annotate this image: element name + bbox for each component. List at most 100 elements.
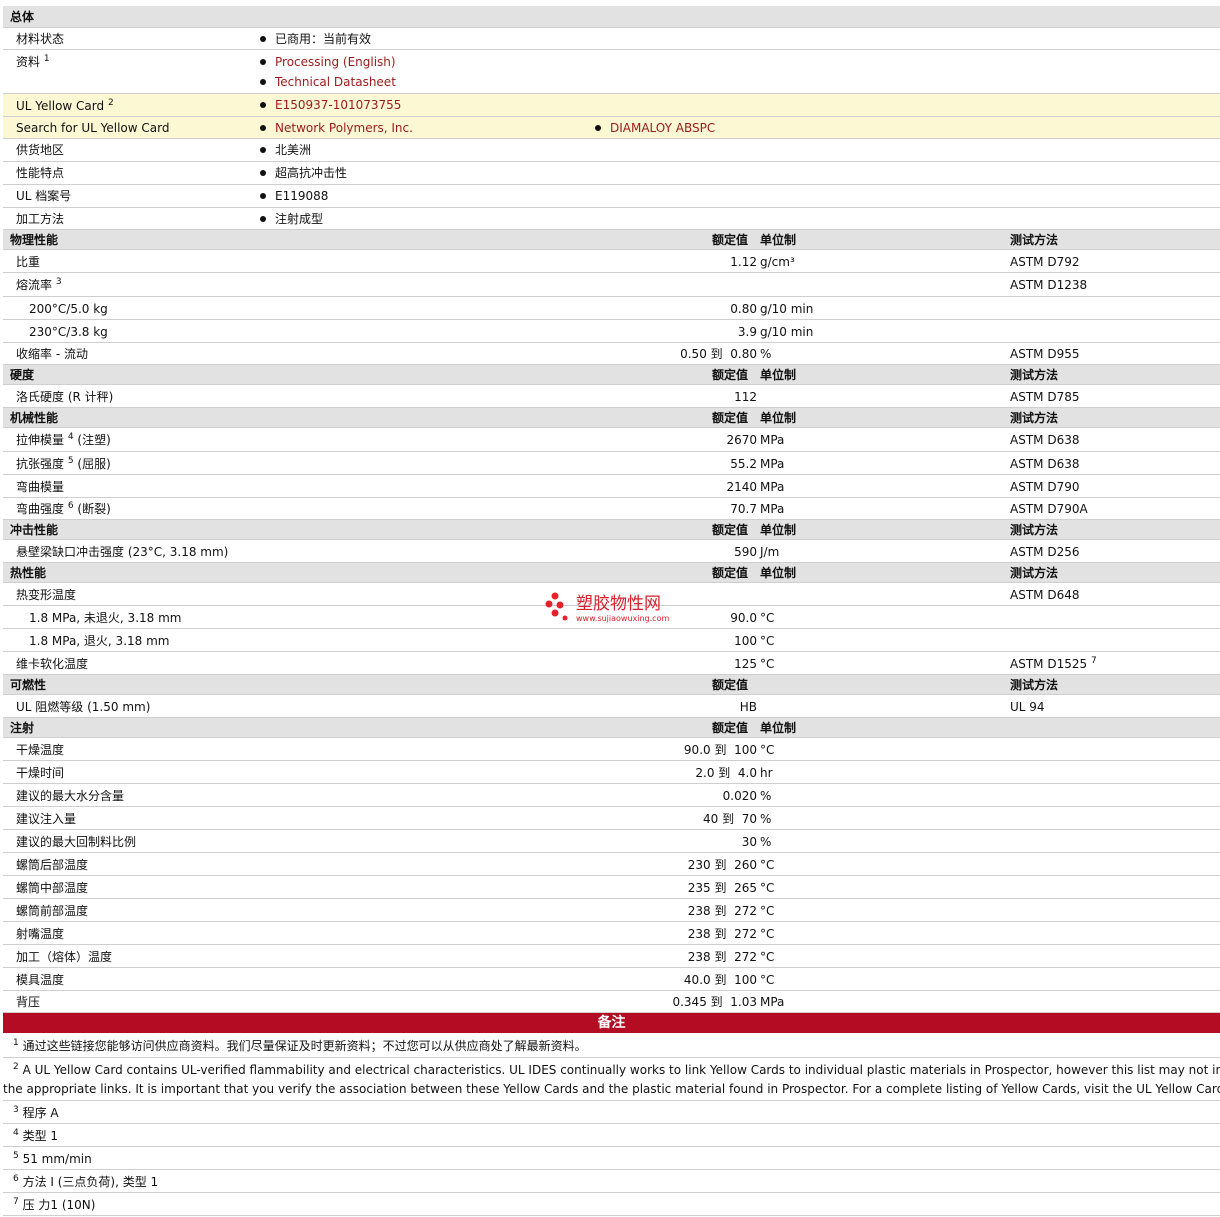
row-label: Search for UL Yellow Card [16, 121, 170, 135]
property-label: 收缩率 - 流动 [16, 347, 88, 361]
property-label: 螺筒中部温度 [16, 881, 89, 895]
property-row: 维卡软化温度 125 °C ASTM D1525 7 [3, 652, 1220, 675]
property-row: 收缩率 - 流动 0.50 到 0.80% ASTM D955 [3, 343, 1220, 365]
property-label: 抗张强度 5 (屈服) [16, 456, 111, 471]
property-label: 维卡软化温度 [16, 657, 89, 671]
property-unit: °C [760, 927, 775, 941]
property-unit: MPa [760, 502, 785, 516]
column-header-unit: 单位制 [760, 721, 797, 735]
column-header-value: 额定值 [712, 566, 749, 580]
row-label: 资料 1 [16, 54, 50, 69]
property-row: 干燥温度 90.0 到 100 °C [3, 738, 1220, 761]
property-value: 0.80 [730, 302, 757, 316]
note-6: 6 方法 I (三点负荷), 类型 1 [3, 1170, 1220, 1193]
bullet-icon [260, 193, 266, 199]
property-unit: °C [760, 904, 775, 918]
property-label: 弯曲强度 6 (断裂) [16, 501, 111, 516]
section-header-physical: 物理性能 额定值 单位制 测试方法 [3, 230, 1220, 250]
property-unit: MPa [760, 433, 785, 447]
link-network-polymers[interactable]: Network Polymers, Inc. [275, 121, 413, 135]
property-row: 干燥时间 2.0 到 4.0 hr [3, 761, 1220, 784]
note-2: 2 A UL Yellow Card contains UL-verified … [3, 1058, 1220, 1101]
link-ul-card[interactable]: E150937-101073755 [275, 98, 401, 112]
note-1: 1 通过这些链接您能够访问供应商资料。我们尽量保证及时更新资料；不过您可以从供应… [3, 1034, 1220, 1058]
property-unit: hr [760, 766, 773, 780]
row-features: 性能特点 超高抗冲击性 [3, 162, 1220, 185]
property-method: ASTM D955 [1010, 347, 1080, 361]
section-title: 总体 [10, 10, 35, 24]
property-row: 螺筒后部温度 230 到 260 °C [3, 853, 1220, 876]
property-unit: MPa [760, 995, 785, 1009]
property-row: UL 阻燃等级 (1.50 mm) HB UL 94 [3, 695, 1220, 718]
column-header-value: 额定值 [712, 721, 749, 735]
property-row: 洛氏硬度 (R 计秤) 112 ASTM D785 [3, 385, 1220, 408]
property-unit: °C [760, 858, 775, 872]
link-diamaloy[interactable]: DIAMALOY ABSPC [610, 121, 715, 135]
property-row: 拉伸模量 4 (注塑) 2670 MPa ASTM D638 [3, 428, 1220, 452]
property-value: 2.0 到 4.0 [695, 766, 757, 780]
property-value: 70.7 [730, 502, 757, 516]
row-label: 材料状态 [16, 32, 65, 46]
property-method: ASTM D792 [1010, 255, 1080, 269]
row-processing: 加工方法 注射成型 [3, 208, 1220, 230]
property-value: 30 [741, 835, 757, 849]
property-row: 比重 1.12 g/cm³ ASTM D792 [3, 250, 1220, 273]
row-value: E119088 [275, 189, 329, 203]
property-label: 熔流率 3 [16, 277, 62, 292]
property-label: 230°C/3.8 kg [29, 325, 108, 339]
property-row: 熔流率 3 ASTM D1238 [3, 273, 1220, 297]
property-method: ASTM D638 [1010, 433, 1080, 447]
column-header-unit: 单位制 [760, 233, 797, 247]
property-unit: % [760, 812, 772, 826]
link-processing[interactable]: Processing (English) [275, 55, 396, 69]
property-row: 建议的最大水分含量 0.020% [3, 784, 1220, 807]
property-unit: °C [760, 634, 775, 648]
property-unit: % [760, 835, 772, 849]
property-unit: MPa [760, 457, 785, 471]
section-header-thermal: 热性能 额定值 单位制 测试方法 [3, 563, 1220, 583]
property-value: 55.2 [730, 457, 757, 471]
property-unit: J/m [760, 545, 780, 559]
property-label: 悬壁梁缺口冲击强度 (23°C, 3.18 mm) [16, 545, 229, 559]
link-technical-datasheet[interactable]: Technical Datasheet [275, 75, 396, 89]
property-unit: °C [760, 657, 775, 671]
property-method: ASTM D1525 7 [1010, 656, 1097, 671]
property-value: 2140 [726, 480, 757, 494]
row-value: 注射成型 [275, 212, 324, 226]
row-value: 超高抗冲击性 [275, 166, 348, 180]
property-label: 1.8 MPa, 未退火, 3.18 mm [29, 611, 182, 625]
section-header-hardness: 硬度 额定值 单位制 测试方法 [3, 365, 1220, 385]
column-header-value: 额定值 [712, 411, 749, 425]
column-header-value: 额定值 [712, 523, 749, 537]
property-label: 比重 [16, 255, 41, 269]
row-label: 加工方法 [16, 212, 65, 226]
property-value: 2670 [726, 433, 757, 447]
property-method: ASTM D1238 [1010, 278, 1088, 292]
row-label: UL 档案号 [16, 189, 72, 203]
property-label: 模具温度 [16, 973, 65, 987]
datasheet-page: 总体 材料状态 已商用：当前有效 资料 1 Processing (Englis… [0, 0, 1220, 1217]
property-label: 加工（熔体）温度 [16, 950, 113, 964]
watermark-url: www.sujiaowuxing.com [576, 614, 670, 623]
property-unit: °C [760, 950, 775, 964]
property-label: 螺筒后部温度 [16, 858, 89, 872]
section-header-flammability: 可燃性 额定值 测试方法 [3, 675, 1220, 695]
property-unit: % [760, 347, 772, 361]
property-label: 干燥温度 [16, 743, 65, 757]
property-value: HB [739, 700, 757, 714]
bullet-icon [260, 216, 266, 222]
property-row: 弯曲强度 6 (断裂) 70.7 MPa ASTM D790A [3, 498, 1220, 520]
section-header-general: 总体 [3, 6, 1220, 28]
section-title: 可燃性 [10, 678, 47, 692]
property-row: 背压 0.345 到 1.03 MPa [3, 991, 1220, 1013]
bullet-icon [260, 170, 266, 176]
property-row: 弯曲模量 2140 MPa ASTM D790 [3, 475, 1220, 498]
property-unit: °C [760, 881, 775, 895]
column-header-method: 测试方法 [1010, 368, 1059, 382]
column-header-value: 额定值 [712, 233, 749, 247]
property-label: 1.8 MPa, 退火, 3.18 mm [29, 634, 170, 648]
row-label: 供货地区 [16, 143, 65, 157]
property-value: 590 [734, 545, 757, 559]
column-header-unit: 单位制 [760, 566, 797, 580]
row-ul-search: Search for UL Yellow Card Network Polyme… [3, 117, 1220, 139]
